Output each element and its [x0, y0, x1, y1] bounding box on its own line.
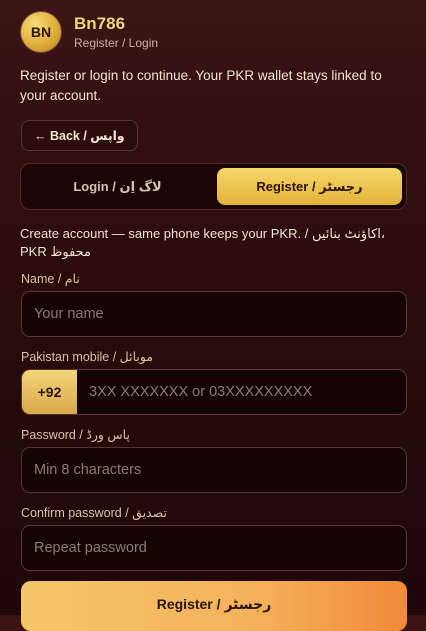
app-header: BN Bn786 Register / Login: [21, 11, 158, 53]
name-input[interactable]: Your name: [21, 291, 407, 337]
create-account-text: Create account — same phone keeps your P…: [20, 226, 386, 259]
brand-block: Bn786 Register / Login: [74, 14, 158, 51]
mobile-label: Pakistan mobile / موبائل: [21, 350, 154, 364]
password-label: Password / پاس ورڈ: [21, 428, 130, 442]
tab-register[interactable]: Register / رجسٹر: [217, 168, 402, 205]
password-placeholder: Min 8 characters: [34, 462, 142, 478]
confirm-password-input[interactable]: Repeat password: [21, 525, 407, 571]
name-label: Name / نام: [21, 272, 80, 286]
name-placeholder: Your name: [34, 306, 104, 322]
country-code-prefix: +92: [22, 370, 77, 414]
confirm-password-placeholder: Repeat password: [34, 540, 147, 556]
mobile-input[interactable]: +92 3XX XXXXXXX or 03XXXXXXXXX: [21, 369, 407, 415]
password-input[interactable]: Min 8 characters: [21, 447, 407, 493]
mobile-placeholder: 3XX XXXXXXX or 03XXXXXXXXX: [89, 384, 313, 400]
brand-name: Bn786: [74, 13, 126, 33]
brand-logo: BN: [21, 12, 61, 52]
back-button[interactable]: ← Back / واپس: [21, 120, 138, 151]
tab-login[interactable]: Login / لاگ اِن: [25, 168, 210, 205]
intro-text: Register or login to continue. Your PKR …: [20, 68, 382, 103]
auth-tabs: Login / لاگ اِن Register / رجسٹر: [20, 163, 407, 210]
confirm-password-label: Confirm password / تصدیق: [21, 506, 167, 520]
register-submit-button[interactable]: Register / رجسٹر: [21, 581, 407, 631]
header-subtitle: Register / Login: [74, 35, 159, 50]
